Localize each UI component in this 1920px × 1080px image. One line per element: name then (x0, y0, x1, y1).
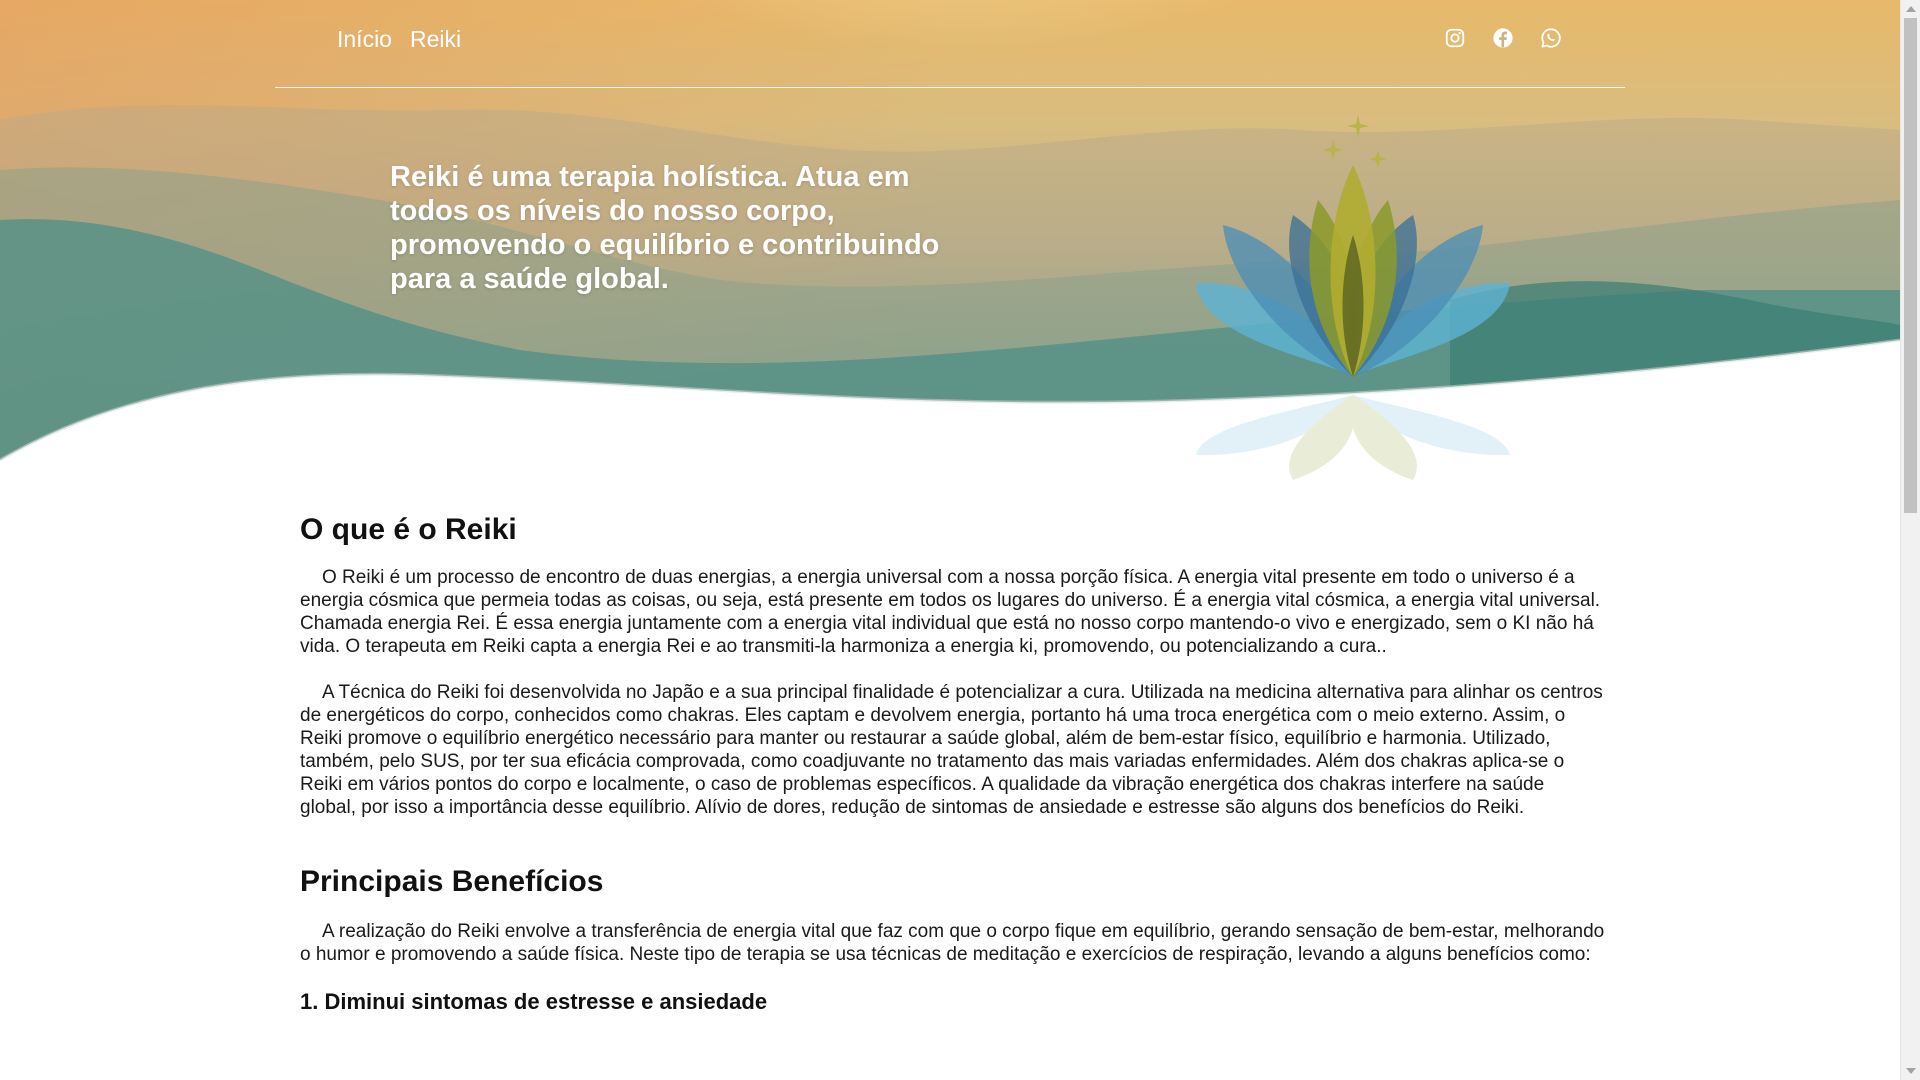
scroll-down-arrow-icon[interactable] (1906, 1068, 1916, 1074)
hero-banner: Início Reiki Reiki é uma terapia holísti… (0, 0, 1900, 500)
section-title-what-is-reiki: O que é o Reiki (300, 513, 517, 546)
scrollbar-thumb[interactable] (1904, 18, 1917, 513)
paragraph: A realização do Reiki envolve a transfer… (300, 921, 1605, 965)
paragraph: O Reiki é um processo de encontro de dua… (300, 567, 1601, 657)
main-content: O que é o Reiki O Reiki é um processo de… (300, 505, 1605, 1015)
benefit-item-heading: 1. Diminui sintomas de estresse e ansied… (300, 989, 768, 1014)
hero-tagline: Reiki é uma terapia holística. Atua em t… (390, 161, 940, 295)
facebook-icon[interactable] (1492, 27, 1514, 49)
instagram-icon[interactable] (1444, 27, 1466, 49)
page: Início Reiki Reiki é uma terapia holísti… (0, 0, 1900, 1080)
section-title-benefits: Principais Benefícios (300, 865, 604, 898)
social-links (1444, 27, 1562, 49)
vertical-scrollbar[interactable] (1900, 0, 1920, 1080)
nav-link-inicio[interactable]: Início (337, 26, 392, 53)
lotus-icon (1196, 115, 1510, 480)
top-navigation: Início Reiki (275, 0, 1625, 88)
nav-links: Início Reiki (337, 26, 461, 53)
scroll-up-arrow-icon[interactable] (1906, 6, 1916, 12)
nav-link-reiki[interactable]: Reiki (410, 26, 461, 53)
whatsapp-icon[interactable] (1540, 27, 1562, 49)
paragraph: A Técnica do Reiki foi desenvolvida no J… (300, 682, 1603, 818)
